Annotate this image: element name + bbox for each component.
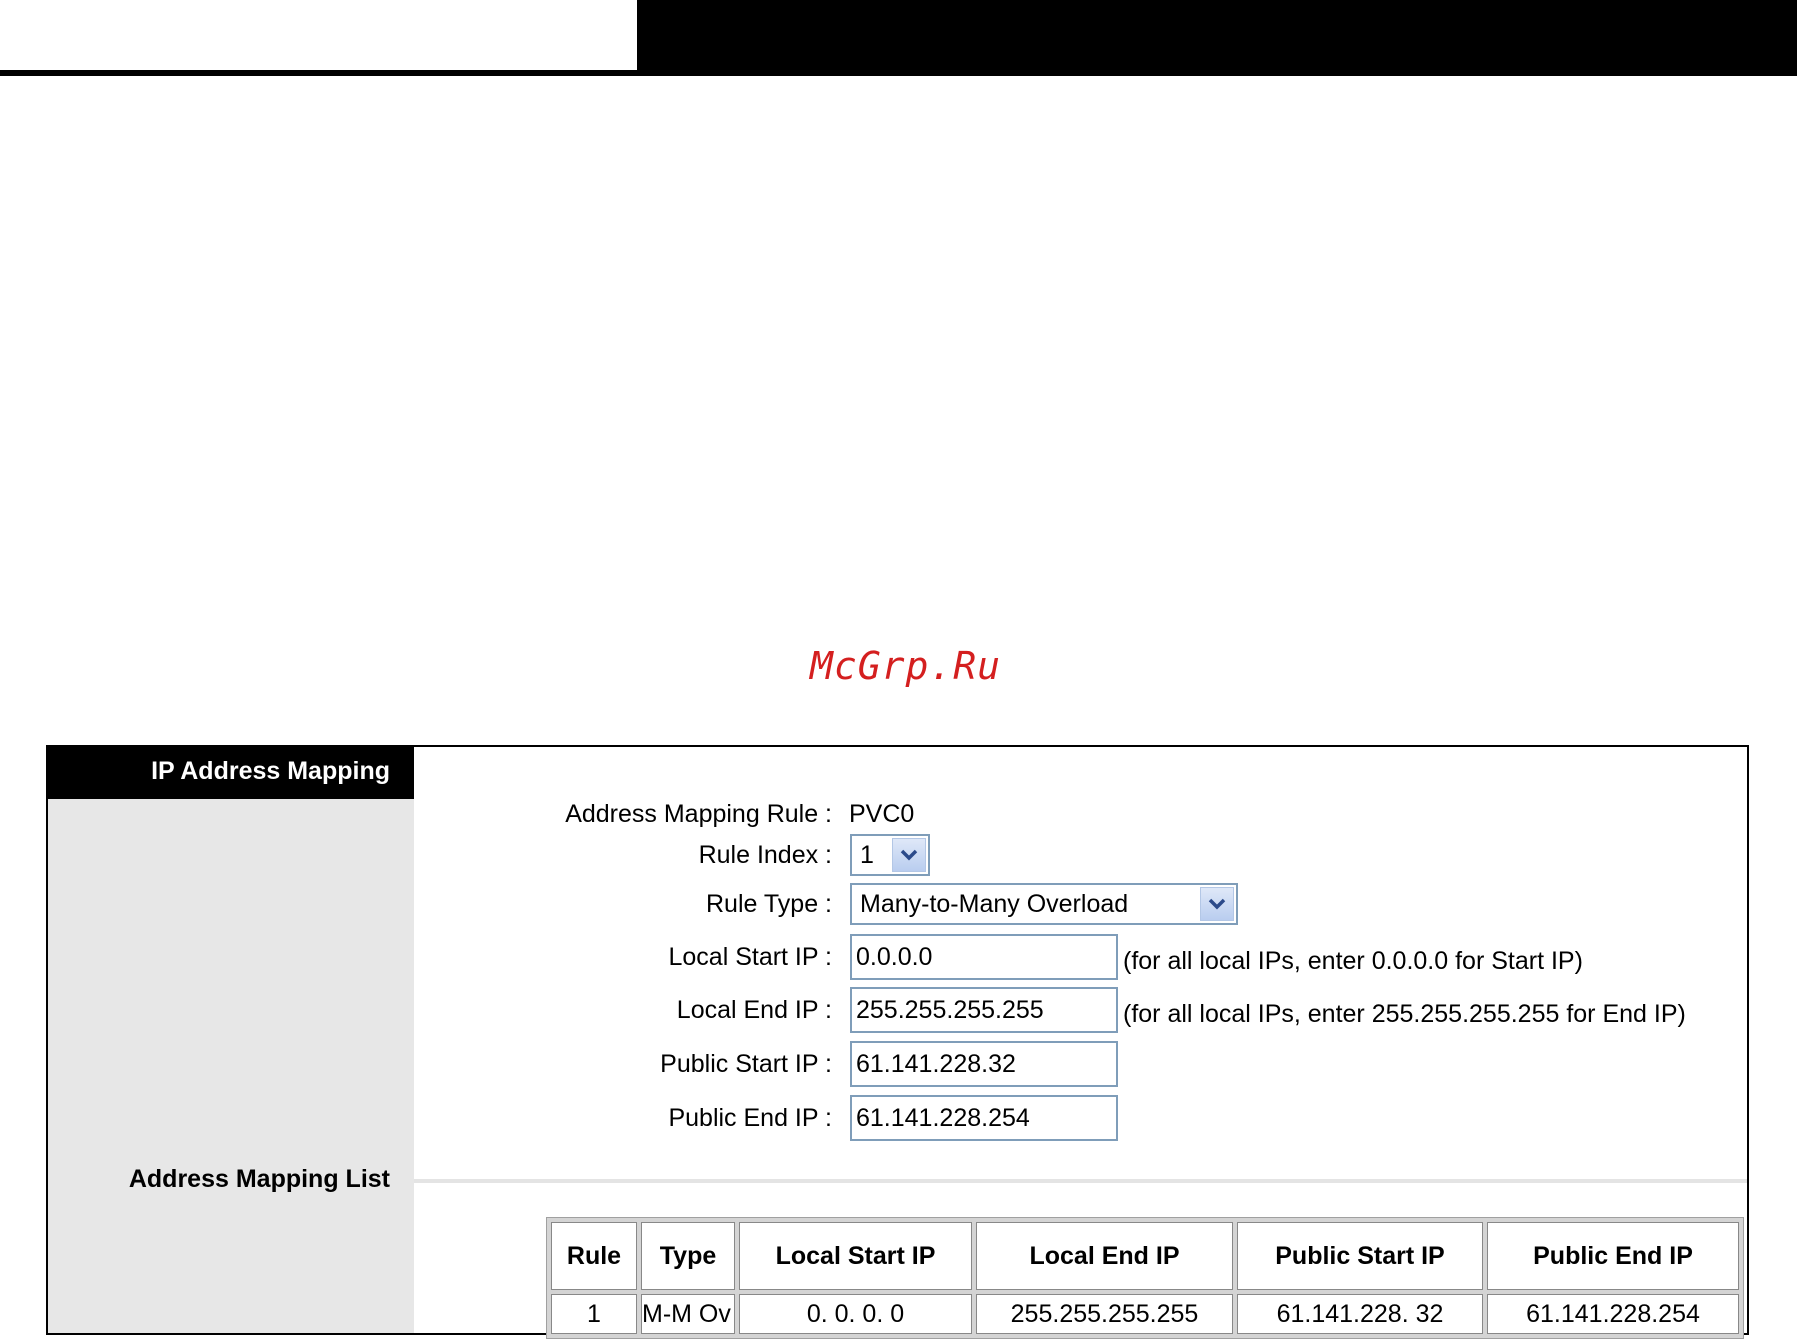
rule-index-selected-value: 1	[860, 841, 874, 869]
cell-public-start-ip: 61.141.228. 32	[1237, 1294, 1483, 1334]
panel-sidebar: IP Address Mapping Address Mapping List	[48, 747, 414, 1333]
rule-type-label: Rule Type :	[705, 890, 832, 918]
address-mapping-rule-value: PVC0	[849, 800, 915, 828]
cell-local-end-ip: 255.255.255.255	[976, 1294, 1233, 1334]
public-end-ip-label: Public End IP :	[668, 1104, 832, 1132]
watermark: McGrp.Ru	[809, 644, 1002, 688]
column-header-local-start-ip: Local Start IP	[739, 1222, 972, 1290]
local-start-ip-label: Local Start IP :	[668, 943, 832, 971]
public-start-ip-label: Public Start IP :	[660, 1050, 832, 1078]
column-header-public-end-ip: Public End IP	[1487, 1222, 1739, 1290]
address-mapping-rule-label: Address Mapping Rule :	[565, 800, 832, 828]
chevron-down-icon	[900, 849, 918, 861]
header-left-area	[0, 0, 637, 70]
table-row: 1 M-M Ov 0. 0. 0. 0 255.255.255.255 61.1…	[551, 1294, 1739, 1334]
local-end-ip-hint: (for all local IPs, enter 255.255.255.25…	[1123, 1000, 1686, 1028]
address-mapping-table: Rule Type Local Start IP Local End IP Pu…	[546, 1217, 1744, 1339]
column-header-rule: Rule	[551, 1222, 637, 1290]
cell-local-start-ip: 0. 0. 0. 0	[739, 1294, 972, 1334]
rule-type-selected-value: Many-to-Many Overload	[860, 890, 1129, 918]
local-end-ip-label: Local End IP :	[676, 996, 832, 1024]
rule-type-dropdown-button[interactable]	[1200, 887, 1234, 921]
header-underline	[0, 70, 637, 76]
rule-index-dropdown-button[interactable]	[892, 838, 926, 872]
table-header-row: Rule Type Local Start IP Local End IP Pu…	[551, 1222, 1739, 1290]
column-header-public-start-ip: Public Start IP	[1237, 1222, 1483, 1290]
cell-rule: 1	[551, 1294, 637, 1334]
chevron-down-icon	[1208, 898, 1226, 910]
column-header-local-end-ip: Local End IP	[976, 1222, 1233, 1290]
column-header-type: Type	[641, 1222, 735, 1290]
public-end-ip-input[interactable]	[850, 1095, 1118, 1141]
ip-address-mapping-panel: IP Address Mapping Address Mapping List …	[46, 745, 1749, 1339]
section-divider	[414, 1179, 1747, 1183]
local-start-ip-hint: (for all local IPs, enter 0.0.0.0 for St…	[1123, 947, 1583, 975]
local-end-ip-input[interactable]	[850, 987, 1118, 1033]
header-bar	[637, 0, 1797, 76]
local-start-ip-input[interactable]	[850, 934, 1118, 980]
cell-type: M-M Ov	[641, 1294, 735, 1334]
sidebar-title: IP Address Mapping	[48, 747, 414, 799]
rule-index-select[interactable]: 1	[850, 834, 930, 876]
cell-public-end-ip: 61.141.228.254	[1487, 1294, 1739, 1334]
sidebar-section-label: Address Mapping List	[128, 1165, 390, 1193]
public-start-ip-input[interactable]	[850, 1041, 1118, 1087]
rule-type-select[interactable]: Many-to-Many Overload	[850, 883, 1238, 925]
rule-index-label: Rule Index :	[698, 841, 832, 869]
